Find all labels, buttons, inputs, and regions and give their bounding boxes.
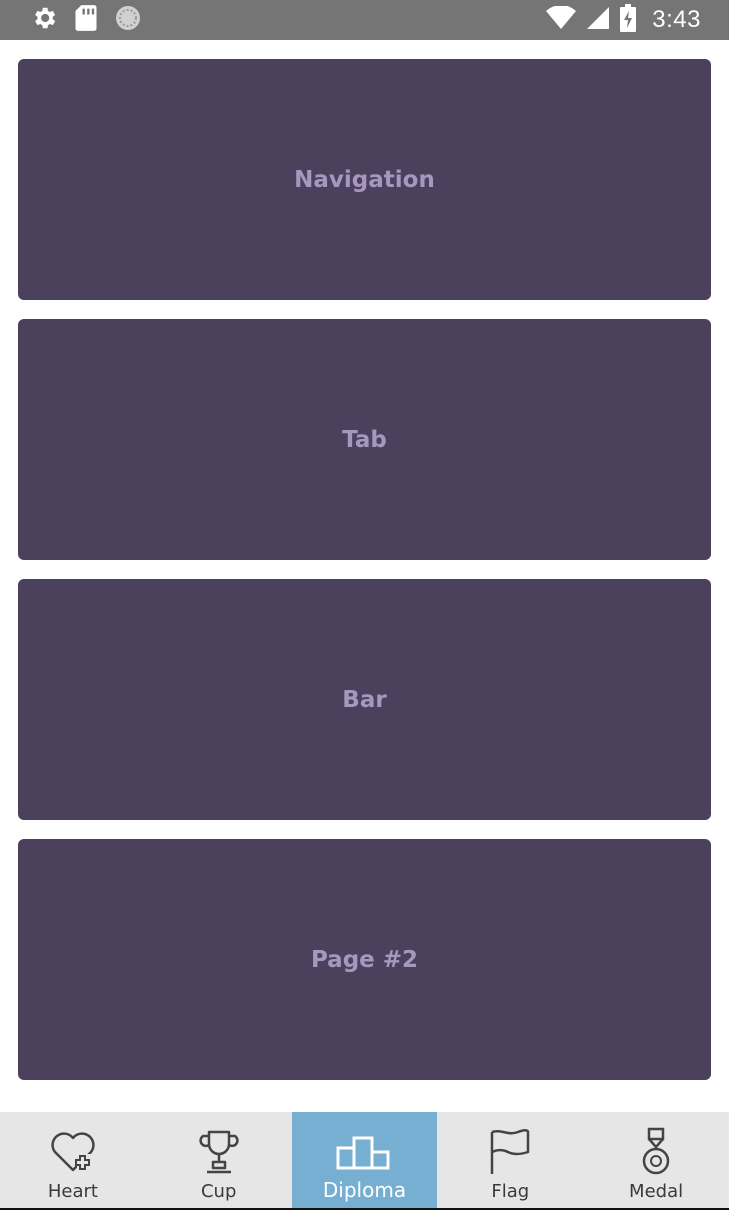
card-bar[interactable]: Bar [18, 579, 711, 820]
card-label: Page #2 [310, 946, 419, 973]
tab-label: Flag [491, 1181, 530, 1202]
heart-plus-icon [49, 1128, 97, 1176]
card-page-2[interactable]: Page #2 [18, 839, 711, 1080]
card-navigation[interactable]: Navigation [18, 59, 711, 300]
gear-icon [30, 4, 58, 37]
tab-diploma[interactable]: Diploma [291, 1112, 438, 1208]
tab-label: Medal [629, 1181, 684, 1202]
tab-medal[interactable]: Medal [583, 1112, 729, 1208]
card-label: Tab [342, 426, 387, 453]
card-tab[interactable]: Tab [18, 319, 711, 560]
cell-signal-icon [586, 6, 610, 35]
status-right-icons: 3:43 [546, 3, 701, 37]
card-label: Navigation [294, 166, 435, 193]
trophy-icon [195, 1128, 243, 1176]
sd-card-icon [74, 4, 98, 37]
status-bar: 3:43 [0, 0, 729, 40]
tab-label: Heart [47, 1181, 98, 1202]
bottom-navigation-bar: Heart Cup Diploma Flag Medal [0, 1112, 729, 1210]
card-list: Navigation Tab Bar Page #2 [18, 59, 711, 1099]
tab-label: Cup [200, 1181, 237, 1202]
status-time: 3:43 [652, 6, 701, 33]
battery-charging-icon [620, 3, 637, 37]
medal-icon [640, 1127, 672, 1176]
flag-icon [488, 1128, 532, 1176]
tab-label: Diploma [322, 1178, 407, 1202]
tab-flag[interactable]: Flag [437, 1112, 583, 1208]
status-left-icons [30, 4, 142, 37]
tab-heart[interactable]: Heart [0, 1112, 146, 1208]
sync-icon [114, 4, 142, 37]
podium-icon [336, 1128, 392, 1176]
wifi-icon [546, 4, 577, 35]
card-label: Bar [342, 686, 387, 713]
tab-cup[interactable]: Cup [146, 1112, 292, 1208]
